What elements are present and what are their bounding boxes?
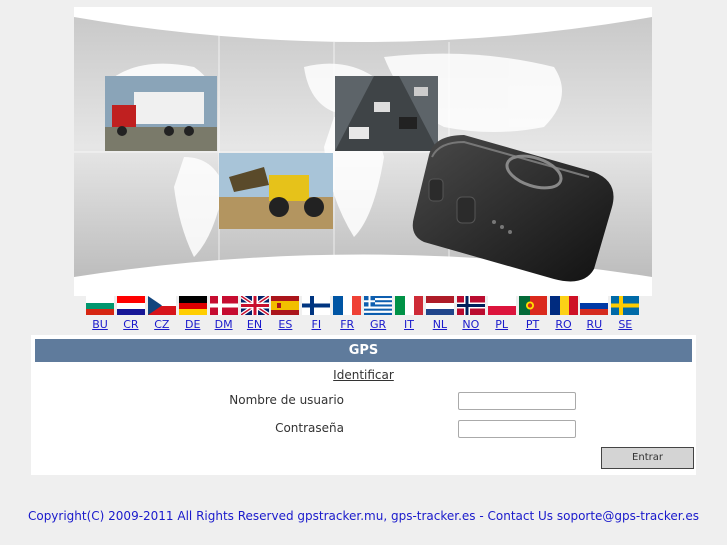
loader-photo (219, 153, 333, 229)
language-code-link[interactable]: ES (271, 319, 299, 331)
flag-pl-icon[interactable] (487, 296, 516, 315)
panel-title: GPS (35, 339, 692, 362)
language-it[interactable]: IT (395, 296, 423, 334)
language-pt[interactable]: PT (518, 296, 547, 334)
flag-bu-icon[interactable] (86, 296, 114, 315)
flag-cz-icon[interactable] (147, 296, 176, 315)
language-en[interactable]: EN (240, 296, 269, 334)
language-de[interactable]: DE (178, 296, 207, 334)
flag-se-icon[interactable] (611, 296, 640, 315)
flag-cr-icon[interactable] (116, 296, 145, 315)
highway-photo (335, 76, 438, 151)
flag-fr-icon[interactable] (333, 296, 362, 315)
language-cr[interactable]: CR (116, 296, 145, 334)
language-code-link[interactable]: PL (488, 319, 516, 331)
language-se[interactable]: SE (611, 296, 640, 334)
language-cz[interactable]: CZ (147, 296, 176, 334)
login-submit-button[interactable]: Entrar (601, 447, 694, 469)
language-code-link[interactable]: BU (86, 319, 114, 331)
language-code-link[interactable]: CR (117, 319, 145, 331)
flag-fi-icon[interactable] (302, 296, 331, 315)
language-code-link[interactable]: FR (333, 319, 361, 331)
language-code-link[interactable]: DM (210, 319, 238, 331)
flag-ru-icon[interactable] (580, 296, 609, 315)
footer-copyright[interactable]: Copyright(C) 2009-2011 All Rights Reserv… (0, 509, 727, 523)
flag-es-icon[interactable] (271, 296, 300, 315)
language-selector: BU CR CZ DE DM EN ES FI FR GR IT NL NO PL PT RO RU SE (86, 296, 646, 334)
flag-de-icon[interactable] (178, 296, 207, 315)
language-code-link[interactable]: GR (364, 319, 392, 331)
flag-ro-icon[interactable] (549, 296, 578, 315)
language-code-link[interactable]: RU (580, 319, 608, 331)
language-es[interactable]: ES (271, 296, 300, 334)
language-code-link[interactable]: NL (426, 319, 454, 331)
truck-photo (105, 76, 217, 151)
username-input[interactable] (458, 392, 576, 410)
language-ru[interactable]: RU (580, 296, 609, 334)
flag-no-icon[interactable] (456, 296, 485, 315)
language-code-link[interactable]: DE (179, 319, 207, 331)
language-fr[interactable]: FR (333, 296, 362, 334)
language-code-link[interactable]: FI (302, 319, 330, 331)
flag-it-icon[interactable] (395, 296, 423, 315)
language-dm[interactable]: DM (209, 296, 238, 334)
language-code-link[interactable]: SE (611, 319, 639, 331)
username-label: Nombre de usuario (229, 393, 344, 407)
language-no[interactable]: NO (456, 296, 485, 334)
language-nl[interactable]: NL (425, 296, 454, 334)
language-ro[interactable]: RO (549, 296, 578, 334)
language-code-link[interactable]: CZ (148, 319, 176, 331)
language-pl[interactable]: PL (487, 296, 516, 334)
language-code-link[interactable]: IT (395, 319, 423, 331)
flag-en-icon[interactable] (240, 296, 269, 315)
flag-nl-icon[interactable] (425, 296, 454, 315)
form-heading-link[interactable]: Identificar (31, 368, 696, 382)
language-fi[interactable]: FI (302, 296, 331, 334)
banner-illustration (74, 7, 652, 296)
header-banner (74, 7, 652, 296)
language-code-link[interactable]: NO (457, 319, 485, 331)
password-label: Contraseña (275, 421, 344, 435)
password-input[interactable] (458, 420, 576, 438)
language-code-link[interactable]: PT (519, 319, 547, 331)
language-code-link[interactable]: EN (241, 319, 269, 331)
flag-pt-icon[interactable] (518, 296, 547, 315)
language-gr[interactable]: GR (364, 296, 393, 334)
login-panel: GPS Identificar Nombre de usuario Contra… (31, 335, 696, 475)
flag-dm-icon[interactable] (209, 296, 238, 315)
language-code-link[interactable]: RO (550, 319, 578, 331)
flag-gr-icon[interactable] (364, 296, 393, 315)
language-bu[interactable]: BU (86, 296, 114, 334)
